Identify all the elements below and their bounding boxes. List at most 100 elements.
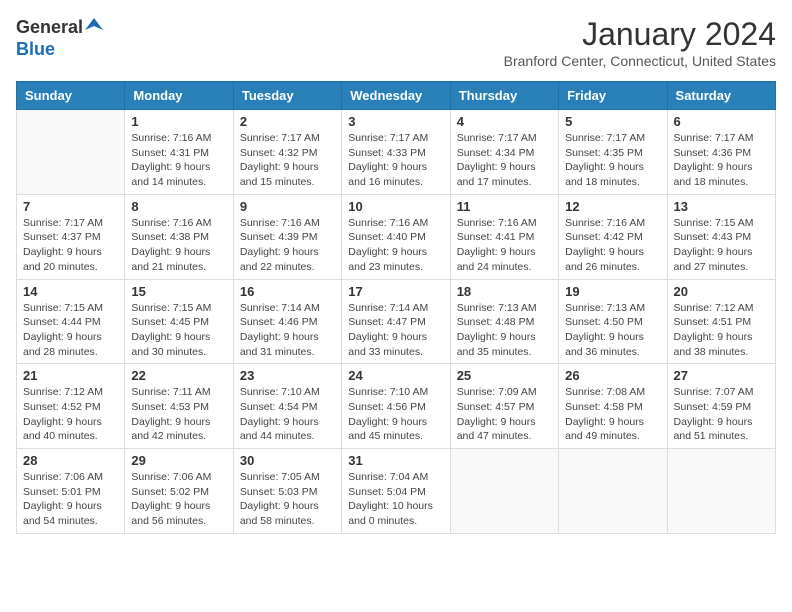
calendar-day-cell: 24Sunrise: 7:10 AM Sunset: 4:56 PM Dayli…	[342, 364, 450, 449]
calendar-col-header: Sunday	[17, 82, 125, 110]
calendar-table: SundayMondayTuesdayWednesdayThursdayFrid…	[16, 81, 776, 534]
day-info: Sunrise: 7:16 AM Sunset: 4:39 PM Dayligh…	[240, 216, 335, 275]
day-number: 26	[565, 368, 660, 383]
calendar-day-cell: 3Sunrise: 7:17 AM Sunset: 4:33 PM Daylig…	[342, 110, 450, 195]
day-info: Sunrise: 7:16 AM Sunset: 4:40 PM Dayligh…	[348, 216, 443, 275]
day-info: Sunrise: 7:15 AM Sunset: 4:43 PM Dayligh…	[674, 216, 769, 275]
calendar-day-cell: 28Sunrise: 7:06 AM Sunset: 5:01 PM Dayli…	[17, 449, 125, 534]
day-info: Sunrise: 7:17 AM Sunset: 4:37 PM Dayligh…	[23, 216, 118, 275]
calendar-day-cell: 4 Sunrise: 7:17 AM Sunset: 4:34 PM Daylig…	[450, 110, 558, 195]
month-year-title: January 2024	[504, 16, 776, 53]
calendar-day-cell: 10 Sunrise: 7:16 AM Sunset: 4:40 PM Dayli…	[342, 194, 450, 279]
day-number: 16	[240, 284, 335, 299]
calendar-day-cell: 5Sunrise: 7:17 AM Sunset: 4:35 PM Daylig…	[559, 110, 667, 195]
day-number: 24	[348, 368, 443, 383]
day-info: Sunrise: 7:10 AM Sunset: 4:54 PM Dayligh…	[240, 385, 335, 444]
day-number: 15	[131, 284, 226, 299]
day-info: Sunrise: 7:15 AM Sunset: 4:44 PM Dayligh…	[23, 301, 118, 360]
calendar-day-cell: 13 Sunrise: 7:15 AM Sunset: 4:43 PM Dayli…	[667, 194, 775, 279]
day-info: Sunrise: 7:08 AM Sunset: 4:58 PM Dayligh…	[565, 385, 660, 444]
day-number: 13	[674, 199, 769, 214]
calendar-day-cell: 6Sunrise: 7:17 AM Sunset: 4:36 PM Daylig…	[667, 110, 775, 195]
day-number: 17	[348, 284, 443, 299]
day-info: Sunrise: 7:17 AM Sunset: 4:34 PM Dayligh…	[457, 131, 552, 190]
day-info: Sunrise: 7:11 AM Sunset: 4:53 PM Dayligh…	[131, 385, 226, 444]
day-number: 9	[240, 199, 335, 214]
day-number: 12	[565, 199, 660, 214]
calendar-day-cell: 9 Sunrise: 7:16 AM Sunset: 4:39 PM Daylig…	[233, 194, 341, 279]
calendar-week-row: 14 Sunrise: 7:15 AM Sunset: 4:44 PM Dayli…	[17, 279, 776, 364]
calendar-col-header: Tuesday	[233, 82, 341, 110]
day-info: Sunrise: 7:06 AM Sunset: 5:02 PM Dayligh…	[131, 470, 226, 529]
calendar-day-cell: 11 Sunrise: 7:16 AM Sunset: 4:41 PM Dayli…	[450, 194, 558, 279]
day-number: 30	[240, 453, 335, 468]
calendar-day-cell: 30Sunrise: 7:05 AM Sunset: 5:03 PM Dayli…	[233, 449, 341, 534]
day-info: Sunrise: 7:17 AM Sunset: 4:33 PM Dayligh…	[348, 131, 443, 190]
day-info: Sunrise: 7:14 AM Sunset: 4:46 PM Dayligh…	[240, 301, 335, 360]
day-info: Sunrise: 7:12 AM Sunset: 4:52 PM Dayligh…	[23, 385, 118, 444]
day-info: Sunrise: 7:04 AM Sunset: 5:04 PM Dayligh…	[348, 470, 443, 529]
calendar-col-header: Friday	[559, 82, 667, 110]
day-number: 14	[23, 284, 118, 299]
day-number: 10	[348, 199, 443, 214]
day-info: Sunrise: 7:13 AM Sunset: 4:48 PM Dayligh…	[457, 301, 552, 360]
day-number: 4	[457, 114, 552, 129]
day-info: Sunrise: 7:06 AM Sunset: 5:01 PM Dayligh…	[23, 470, 118, 529]
logo-general: General	[16, 17, 83, 38]
calendar-day-cell: 2Sunrise: 7:17 AM Sunset: 4:32 PM Daylig…	[233, 110, 341, 195]
calendar-day-cell: 15 Sunrise: 7:15 AM Sunset: 4:45 PM Dayli…	[125, 279, 233, 364]
calendar-col-header: Saturday	[667, 82, 775, 110]
calendar-header-row: SundayMondayTuesdayWednesdayThursdayFrid…	[17, 82, 776, 110]
calendar-col-header: Thursday	[450, 82, 558, 110]
calendar-day-cell: 18 Sunrise: 7:13 AM Sunset: 4:48 PM Dayli…	[450, 279, 558, 364]
calendar-day-cell: 25 Sunrise: 7:09 AM Sunset: 4:57 PM Dayli…	[450, 364, 558, 449]
calendar-day-cell: 21 Sunrise: 7:12 AM Sunset: 4:52 PM Dayli…	[17, 364, 125, 449]
calendar-week-row: 7 Sunrise: 7:17 AM Sunset: 4:37 PM Daylig…	[17, 194, 776, 279]
day-number: 11	[457, 199, 552, 214]
day-info: Sunrise: 7:16 AM Sunset: 4:41 PM Dayligh…	[457, 216, 552, 275]
calendar-day-cell: 7 Sunrise: 7:17 AM Sunset: 4:37 PM Daylig…	[17, 194, 125, 279]
page-header: General Blue January 2024 Branford Cente…	[16, 16, 776, 69]
calendar-day-cell: 12 Sunrise: 7:16 AM Sunset: 4:42 PM Dayli…	[559, 194, 667, 279]
day-number: 8	[131, 199, 226, 214]
calendar-col-header: Monday	[125, 82, 233, 110]
day-info: Sunrise: 7:15 AM Sunset: 4:45 PM Dayligh…	[131, 301, 226, 360]
calendar-day-cell: 1Sunrise: 7:16 AM Sunset: 4:31 PM Daylig…	[125, 110, 233, 195]
day-number: 21	[23, 368, 118, 383]
calendar-day-cell: 23 Sunrise: 7:10 AM Sunset: 4:54 PM Dayli…	[233, 364, 341, 449]
day-number: 31	[348, 453, 443, 468]
calendar-day-cell: 26 Sunrise: 7:08 AM Sunset: 4:58 PM Dayli…	[559, 364, 667, 449]
location-subtitle: Branford Center, Connecticut, United Sta…	[504, 53, 776, 69]
calendar-week-row: 28Sunrise: 7:06 AM Sunset: 5:01 PM Dayli…	[17, 449, 776, 534]
day-number: 25	[457, 368, 552, 383]
calendar-day-cell	[17, 110, 125, 195]
calendar-day-cell: 17Sunrise: 7:14 AM Sunset: 4:47 PM Dayli…	[342, 279, 450, 364]
day-number: 18	[457, 284, 552, 299]
calendar-day-cell	[667, 449, 775, 534]
calendar-day-cell: 20Sunrise: 7:12 AM Sunset: 4:51 PM Dayli…	[667, 279, 775, 364]
day-info: Sunrise: 7:13 AM Sunset: 4:50 PM Dayligh…	[565, 301, 660, 360]
day-number: 1	[131, 114, 226, 129]
logo-blue: Blue	[16, 39, 55, 60]
day-number: 20	[674, 284, 769, 299]
calendar-week-row: 21 Sunrise: 7:12 AM Sunset: 4:52 PM Dayli…	[17, 364, 776, 449]
calendar-day-cell: 27Sunrise: 7:07 AM Sunset: 4:59 PM Dayli…	[667, 364, 775, 449]
day-info: Sunrise: 7:16 AM Sunset: 4:42 PM Dayligh…	[565, 216, 660, 275]
day-number: 22	[131, 368, 226, 383]
day-number: 6	[674, 114, 769, 129]
day-number: 7	[23, 199, 118, 214]
calendar-day-cell: 29Sunrise: 7:06 AM Sunset: 5:02 PM Dayli…	[125, 449, 233, 534]
day-info: Sunrise: 7:09 AM Sunset: 4:57 PM Dayligh…	[457, 385, 552, 444]
calendar-col-header: Wednesday	[342, 82, 450, 110]
calendar-day-cell: 16 Sunrise: 7:14 AM Sunset: 4:46 PM Dayli…	[233, 279, 341, 364]
calendar-day-cell: 22 Sunrise: 7:11 AM Sunset: 4:53 PM Dayli…	[125, 364, 233, 449]
calendar-day-cell: 31 Sunrise: 7:04 AM Sunset: 5:04 PM Dayli…	[342, 449, 450, 534]
day-info: Sunrise: 7:17 AM Sunset: 4:35 PM Dayligh…	[565, 131, 660, 190]
calendar-day-cell: 19 Sunrise: 7:13 AM Sunset: 4:50 PM Dayli…	[559, 279, 667, 364]
day-info: Sunrise: 7:17 AM Sunset: 4:32 PM Dayligh…	[240, 131, 335, 190]
logo-bird-icon	[85, 16, 103, 34]
day-number: 19	[565, 284, 660, 299]
day-info: Sunrise: 7:16 AM Sunset: 4:38 PM Dayligh…	[131, 216, 226, 275]
day-number: 23	[240, 368, 335, 383]
day-info: Sunrise: 7:07 AM Sunset: 4:59 PM Dayligh…	[674, 385, 769, 444]
